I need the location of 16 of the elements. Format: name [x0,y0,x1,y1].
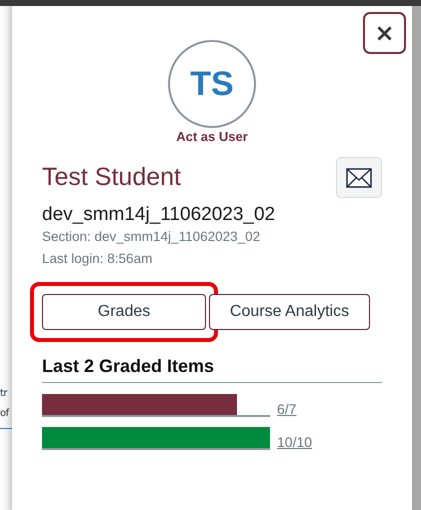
section-heading: Last 2 Graded Items [42,356,216,377]
avatar: TS [168,40,256,128]
tray-button[interactable]: Grades [42,294,206,330]
message-button[interactable] [336,157,382,198]
page-text: of [0,407,10,421]
act-as-user-link[interactable]: Act as User [176,129,248,144]
score-link[interactable]: 10/10 [277,434,312,450]
score-link[interactable]: 6/7 [277,401,296,417]
tray-button[interactable]: Course Analytics [209,294,370,330]
envelope-icon [346,168,372,188]
student-name: Test Student [42,162,181,192]
section-text: Section: dev_smm14j_11062023_02 [42,228,262,246]
page-text: tr [0,387,8,401]
last-login-text: Last login: 8:56am [42,250,154,268]
login-id: dev_smm14j_11062023_02 [42,204,276,226]
close-button[interactable]: × [363,12,406,54]
